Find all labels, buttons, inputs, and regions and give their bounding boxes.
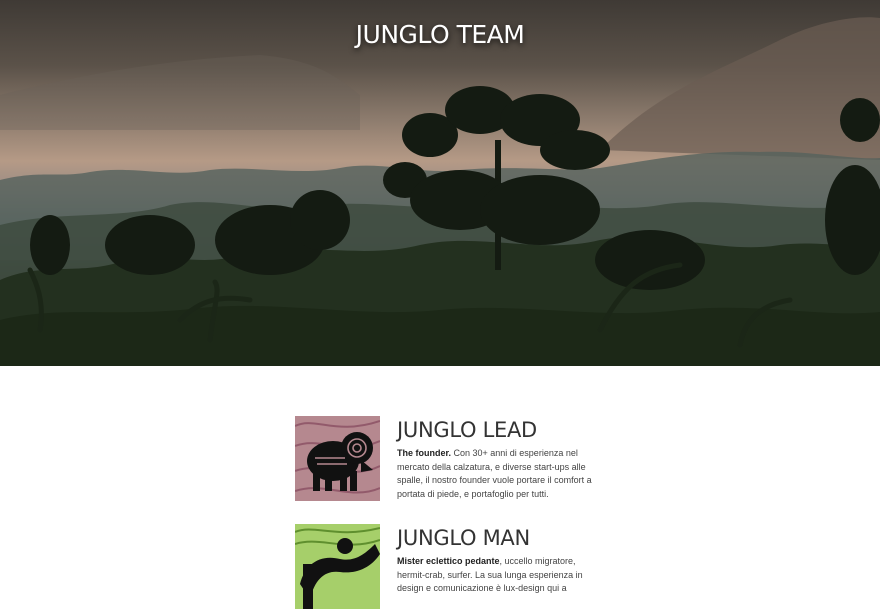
member-bio: The founder. Con 30+ anni di esperienza … (397, 447, 592, 501)
member-bio-highlight: Mister eclettico pedante (397, 556, 500, 566)
ram-pattern-icon (295, 416, 380, 501)
member-bio: Mister eclettico pedante, uccello migrat… (397, 555, 592, 596)
member-avatar (295, 416, 380, 501)
member-name: JUNGLO LEAD (397, 418, 537, 442)
hero-title: JUNGLO TEAM (355, 20, 525, 49)
jungle-landscape-image (0, 17, 880, 366)
member-bio-highlight: The founder. (397, 448, 451, 458)
dragon-pattern-icon (295, 524, 380, 609)
member-name: JUNGLO MAN (397, 526, 530, 550)
member-avatar (295, 524, 380, 609)
hero-banner: JUNGLO TEAM (0, 0, 880, 366)
